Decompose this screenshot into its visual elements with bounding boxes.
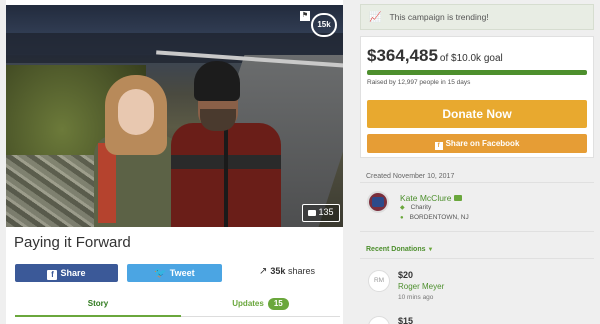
donation-amount: $15 <box>398 316 414 324</box>
facebook-share-label: Share <box>60 268 86 278</box>
organizer-card: Kate McClure ◆ Charity ● BORDENTOWN, NJ <box>360 182 594 232</box>
photo-count-value: 135 <box>318 207 334 217</box>
organizer-name-link[interactable]: Kate McClure <box>400 193 462 203</box>
trend-up-icon: ↗ <box>259 266 268 277</box>
shares-label: shares <box>287 266 315 276</box>
campaign-tabs: Story Updates 15 <box>15 294 340 318</box>
donor-name[interactable]: Roger Meyer <box>398 282 444 291</box>
created-date: Created November 10, 2017 <box>366 173 455 180</box>
recent-donations-label: Recent Donations <box>366 246 426 253</box>
organizer-location-label: BORDENTOWN, NJ <box>409 214 469 221</box>
progress-bar <box>367 70 587 75</box>
facebook-icon: f <box>47 270 58 280</box>
photo-person-right-hat <box>194 61 240 101</box>
tab-story-label: Story <box>87 299 109 308</box>
facebook-share-button[interactable]: f Share <box>15 264 118 282</box>
tweet-label: Tweet <box>169 268 195 278</box>
donor-avatar <box>368 316 390 324</box>
organizer-avatar[interactable] <box>367 191 389 213</box>
flag-icon[interactable]: ⚑ <box>300 11 310 21</box>
caret-down-icon: ▼ <box>427 247 434 253</box>
photo-person-right-beard <box>200 109 236 131</box>
trending-text: This campaign is trending! <box>389 12 489 22</box>
heart-count: 15k <box>317 20 331 29</box>
organizer-category-label: Charity <box>410 204 432 211</box>
shares-number: 35k <box>270 266 286 276</box>
share-on-facebook-button[interactable]: f Share on Facebook <box>367 134 587 153</box>
campaign-photo[interactable]: ⚑ 15k 135 <box>6 5 343 227</box>
photo-count-button[interactable]: 135 <box>302 204 340 222</box>
photo-debris <box>6 155 96 227</box>
divider <box>360 258 594 259</box>
tab-story[interactable]: Story <box>15 294 181 317</box>
donor-avatar: RM <box>368 270 390 292</box>
trending-chart-icon: 📈 <box>369 12 382 23</box>
tab-updates[interactable]: Updates 15 <box>181 294 340 317</box>
organizer-name: Kate McClure <box>400 193 452 203</box>
donate-now-button[interactable]: Donate Now <box>367 100 587 128</box>
organizer-location: ● BORDENTOWN, NJ <box>400 214 469 221</box>
shares-count: ↗ 35k shares <box>259 266 315 277</box>
updates-count-badge: 15 <box>267 298 289 310</box>
campaign-title: Paying it Forward <box>14 234 131 251</box>
tweet-button[interactable]: 🐦 Tweet <box>127 264 222 282</box>
heart-button[interactable]: 15k <box>311 13 337 37</box>
photo-person-right-zipper <box>224 129 228 227</box>
raised-amount-value: $364,485 <box>367 46 438 65</box>
envelope-icon[interactable] <box>453 195 462 201</box>
tag-icon: ◆ <box>400 205 405 211</box>
photo-person-left-face <box>118 89 154 135</box>
raised-amount: $364,485 of $10.0k goal <box>367 46 503 66</box>
donation-amount: $20 <box>398 270 414 280</box>
donation-sidebar: 📈 This campaign is trending! $364,485 of $… <box>358 0 596 324</box>
camera-icon <box>308 209 317 216</box>
donation-card: $364,485 of $10.0k goal Raised by 12,997 … <box>360 36 594 158</box>
trending-banner: 📈 This campaign is trending! <box>360 4 594 30</box>
donation-time: 10 mins ago <box>398 294 434 301</box>
facebook-icon: f <box>434 141 443 150</box>
campaign-column: ⚑ 15k 135 Paying it Forward f Share 🐦 Twee… <box>6 0 343 324</box>
organizer-avatar-image <box>372 197 384 207</box>
tab-updates-label: Updates <box>232 299 264 308</box>
share-on-facebook-label: Share on Facebook <box>445 139 520 148</box>
recent-donations-toggle[interactable]: Recent Donations ▼ <box>366 246 433 253</box>
organizer-category: ◆ Charity <box>400 204 431 211</box>
twitter-icon: 🐦 <box>154 268 167 279</box>
photo-person-left-scarf <box>98 143 116 223</box>
location-pin-icon: ● <box>400 215 404 221</box>
raised-by-text: Raised by 12,997 people in 15 days <box>367 79 471 86</box>
progress-fill <box>367 70 587 75</box>
goal-text: of $10.0k goal <box>439 53 503 64</box>
